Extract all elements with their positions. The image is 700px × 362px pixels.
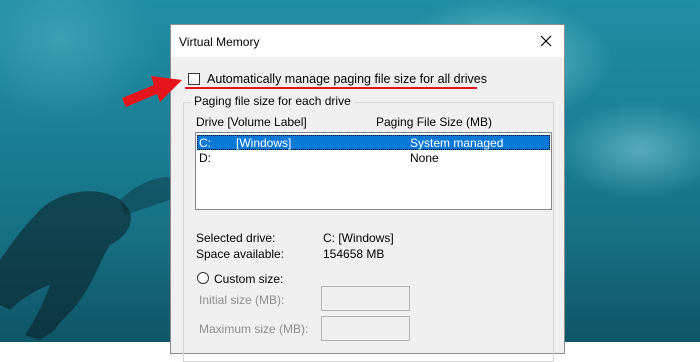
title-bar: Virtual Memory [171,25,564,57]
virtual-memory-dialog: Virtual Memory Automatically manage pagi… [170,24,565,362]
drive-paging-size: None [410,151,439,165]
column-header-size: Paging File Size (MB) [376,115,493,129]
drive-row-c[interactable]: C: [Windows] System managed [197,135,550,150]
red-arrow-annotation [122,76,182,107]
dialog-title: Virtual Memory [179,35,260,49]
red-underline-annotation [185,87,477,89]
initial-size-input[interactable] [321,286,410,311]
selected-drive-label: Selected drive: [196,231,276,245]
drive-paging-size: System managed [410,136,504,150]
custom-size-label[interactable]: Custom size: [214,272,283,286]
selected-drive-value: C: [Windows] [323,231,394,245]
paging-group-legend: Paging file size for each drive [191,94,354,108]
auto-manage-label[interactable]: Automatically manage paging file size fo… [207,72,487,86]
maximum-size-label: Maximum size (MB): [199,322,309,336]
space-available-label: Space available: [196,247,285,261]
auto-manage-checkbox[interactable] [188,73,200,85]
drive-volume-label: [Windows] [236,136,292,150]
drive-letter: D: [199,151,211,165]
maximum-size-input[interactable] [321,316,410,341]
initial-size-label: Initial size (MB): [199,293,285,307]
close-icon[interactable] [536,31,556,51]
drive-list[interactable]: C: [Windows] System managed D: None [195,132,552,210]
custom-size-radio[interactable] [197,272,209,284]
drive-letter: C: [199,136,211,150]
drive-row-d[interactable]: D: None [197,150,550,165]
column-header-drive: Drive [Volume Label] [196,115,307,129]
space-available-value: 154658 MB [323,247,385,261]
